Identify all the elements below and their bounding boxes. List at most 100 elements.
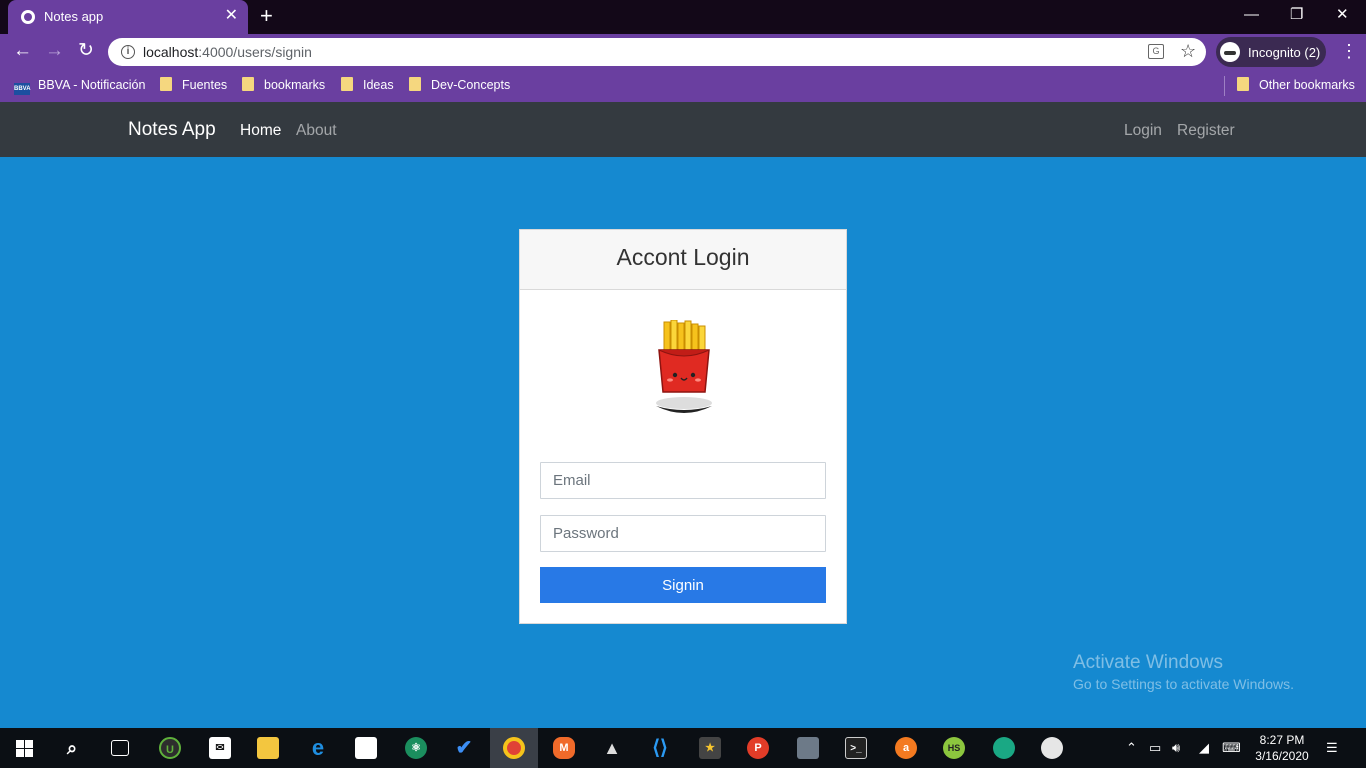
notifications-icon[interactable]: ☰ [1326,740,1338,756]
bookmark-folder-bookmarks[interactable]: bookmarks [242,77,325,95]
taskbar-clock[interactable]: 8:27 PM 3/16/2020 [1252,732,1312,764]
chrome-icon [503,737,525,759]
taskbar-app-starred[interactable]: ★ [686,728,734,768]
login-card-header: Accont Login [520,230,846,290]
incognito-icon [1220,42,1240,62]
watermark-subtitle: Go to Settings to activate Windows. [1073,676,1294,692]
folder-icon [242,77,254,91]
palette-icon [1041,737,1063,759]
info-icon[interactable]: i [121,45,135,59]
nav-link-login[interactable]: Login [1124,122,1162,140]
email-field[interactable] [540,462,826,499]
bbva-icon: BBVA [14,83,31,95]
reload-icon[interactable]: ↻ [78,41,94,61]
forward-arrow-icon[interactable]: → [45,41,64,61]
store-icon [355,737,377,759]
cloud-icon: M [553,737,575,759]
taskbar-app-edge[interactable]: e [294,728,342,768]
nav-link-home[interactable]: Home [240,122,281,140]
taskbar-app-paint[interactable] [1028,728,1076,768]
signin-button[interactable]: Signin [540,567,826,603]
chevron-up-icon[interactable]: ⌃ [1126,740,1137,756]
atom-icon: ⚛ [405,737,427,759]
other-bookmarks[interactable]: Other bookmarks [1237,77,1355,95]
windows-taskbar: ⌕ U ✉ e ⚛ ✔ M ▲ ⟨⟩ ★ P >_ a HS ⌃ ▭ 🔊︎ ◢ … [0,728,1366,768]
taskbar-app-vpn[interactable] [980,728,1028,768]
star-icon: ★ [699,737,721,759]
taskbar-app-avast[interactable]: a [882,728,930,768]
bookmarks-bar: BBVA BBVA - Notificación Fuentes bookmark… [0,70,1366,102]
back-arrow-icon[interactable]: ← [13,41,32,61]
utility-icon [797,737,819,759]
wifi-icon[interactable]: ◢ [1199,740,1209,756]
inkscape-icon: ▲ [603,738,621,758]
checkmark-icon: ✔ [455,737,473,759]
tab-close-icon[interactable]: ✕ [225,7,238,25]
upwork-icon: U [159,737,181,759]
taskbar-app-inkscape[interactable]: ▲ [588,728,636,768]
windows-logo-icon [16,740,33,757]
volume-icon[interactable]: 🔊︎ [1172,740,1180,756]
bookmark-folder-ideas[interactable]: Ideas [341,77,394,95]
translate-icon[interactable]: G [1148,44,1164,59]
login-title: Accont Login [616,244,750,270]
address-bar[interactable]: i localhost:4000/users/signin G ☆ [108,38,1206,66]
incognito-profile-button[interactable]: Incognito (2) [1216,37,1326,67]
taskbar-app-store[interactable] [342,728,390,768]
taskbar-app-upwork[interactable]: U [146,728,194,768]
bookmark-bbva[interactable]: BBVA BBVA - Notificación [14,77,145,95]
restore-icon[interactable]: ❐ [1290,6,1303,24]
folder-icon [409,77,421,91]
task-view-icon [111,740,129,756]
browser-tab-strip: Notes app ✕ + — ❐ ✕ [0,0,1366,34]
search-button[interactable]: ⌕ [48,728,96,768]
bookmark-star-icon[interactable]: ☆ [1180,41,1196,61]
bookmark-folder-dev-concepts[interactable]: Dev-Concepts [409,77,510,95]
password-field[interactable] [540,515,826,552]
avast-icon: a [895,737,917,759]
nav-link-about[interactable]: About [296,122,337,140]
minimize-icon[interactable]: — [1244,6,1259,24]
folder-icon [160,77,172,91]
taskbar-app-p[interactable]: P [734,728,782,768]
clock-date: 3/16/2020 [1255,749,1309,763]
browser-tab[interactable]: Notes app ✕ [8,0,248,34]
url-text: localhost:4000/users/signin [143,44,312,60]
taskbar-app-chrome[interactable] [490,728,538,768]
activate-windows-watermark: Activate Windows Go to Settings to activ… [1073,652,1294,692]
lock-icon [993,737,1015,759]
task-view-button[interactable] [96,728,144,768]
kebab-menu-icon[interactable]: ⋮ [1340,40,1358,62]
taskbar-app-file-explorer[interactable] [244,728,292,768]
clock-time: 8:27 PM [1259,733,1305,747]
mail-icon: ✉ [209,737,231,759]
bookmarks-separator [1224,76,1225,96]
vscode-icon: ⟨⟩ [652,737,668,759]
taskbar-app-vscode[interactable]: ⟨⟩ [636,728,684,768]
start-button[interactable] [0,728,48,768]
taskbar-app-todo[interactable]: ✔ [440,728,488,768]
watermark-title: Activate Windows [1073,652,1223,673]
login-card: Accont Login Signin [519,229,847,624]
taskbar-app-utility[interactable] [784,728,832,768]
terminal-icon: >_ [845,737,867,759]
navbar-brand[interactable]: Notes App [128,119,216,141]
browser-toolbar: ← → ↻ i localhost:4000/users/signin G ☆ … [0,34,1366,70]
taskbar-app-mega[interactable]: M [540,728,588,768]
taskbar-app-terminal[interactable]: >_ [832,728,880,768]
edge-icon: e [311,735,325,760]
app-navbar: Notes App Home About Login Register [0,102,1366,157]
window-close-icon[interactable]: ✕ [1336,6,1349,24]
hotspot-icon: HS [943,737,965,759]
bookmark-folder-fuentes[interactable]: Fuentes [160,77,227,95]
folder-icon [1237,77,1249,91]
keyboard-icon[interactable]: ⌨ [1222,740,1241,756]
taskbar-app-hotspot[interactable]: HS [930,728,978,768]
folder-icon [257,737,279,759]
nav-link-register[interactable]: Register [1177,122,1235,140]
battery-icon[interactable]: ▭ [1149,740,1161,756]
p-app-icon: P [747,737,769,759]
taskbar-app-atom[interactable]: ⚛ [392,728,440,768]
new-tab-button[interactable]: + [260,5,273,27]
taskbar-app-mail[interactable]: ✉ [196,728,244,768]
